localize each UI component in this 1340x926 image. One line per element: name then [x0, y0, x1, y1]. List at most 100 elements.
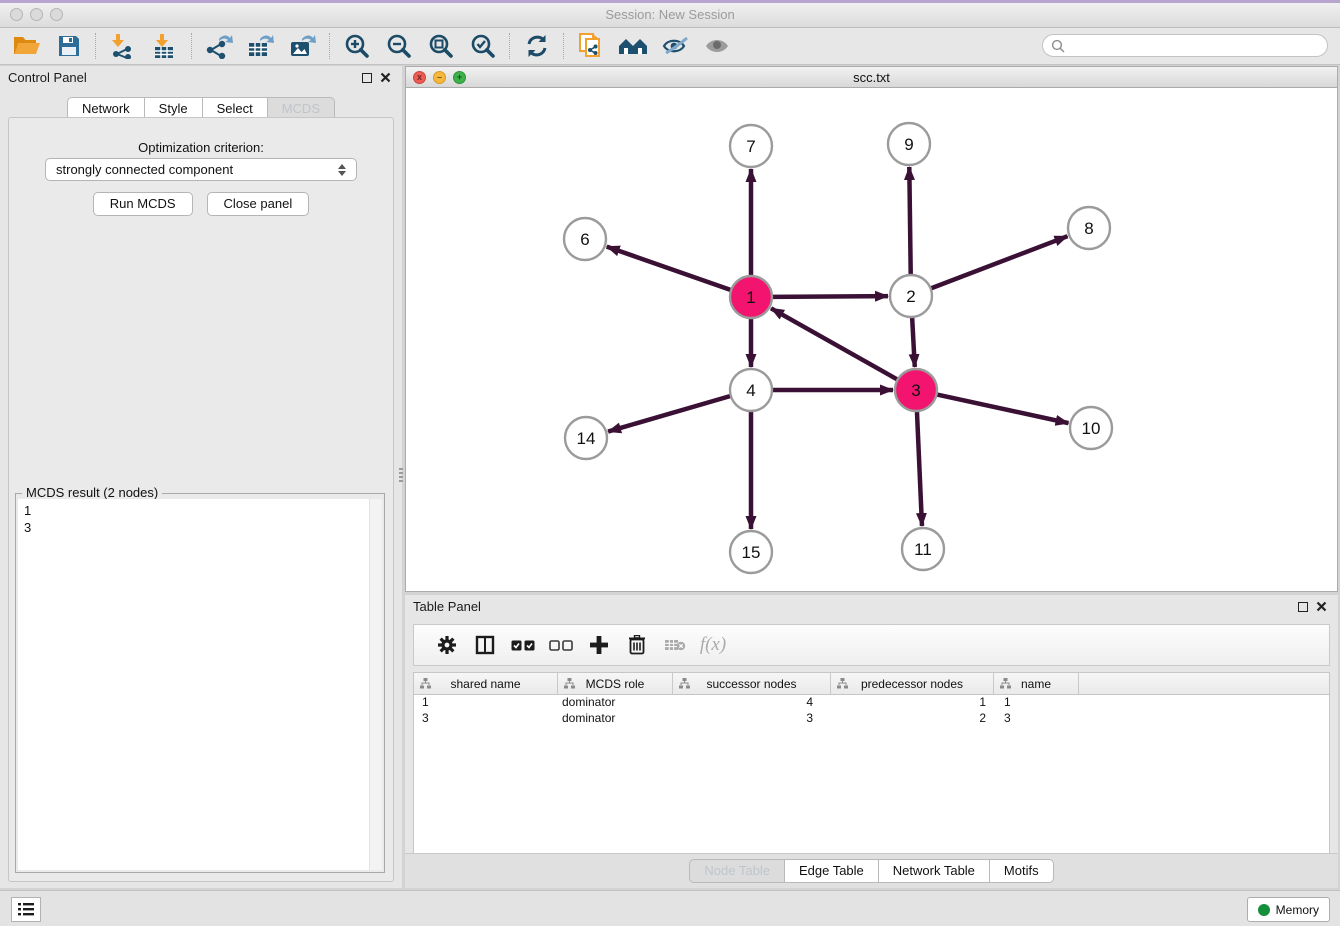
table-cell: 1	[414, 695, 558, 711]
column-header-successor-nodes[interactable]: successor nodes	[673, 673, 831, 694]
mcds-tab-content: Optimization criterion: strongly connect…	[8, 117, 394, 882]
main-toolbar	[0, 28, 1340, 65]
first-neighbors-button[interactable]	[612, 30, 654, 62]
table-tab-motifs[interactable]: Motifs	[990, 859, 1054, 883]
graph-node-label-14: 14	[577, 429, 596, 448]
mcds-result-group: MCDS result (2 nodes) 1 3	[15, 493, 385, 873]
task-history-button[interactable]	[11, 897, 41, 922]
hide-selected-button[interactable]	[654, 30, 696, 62]
zoom-out-button[interactable]	[378, 30, 420, 62]
graph-edge-3-11[interactable]	[917, 411, 922, 526]
copy-network-icon	[578, 32, 604, 60]
graph-edge-1-6[interactable]	[607, 247, 731, 290]
table-row[interactable]: 3dominator323	[414, 711, 1329, 727]
table-options-button[interactable]	[428, 632, 466, 658]
export-table-button[interactable]	[240, 30, 282, 62]
table-cell: dominator	[558, 695, 673, 711]
window-title: Session: New Session	[0, 7, 1340, 22]
graph-edge-2-3[interactable]	[912, 317, 915, 367]
table-cell: 4	[673, 695, 831, 711]
control-panel-title: Control Panel	[8, 70, 87, 85]
create-column-button[interactable]	[580, 632, 618, 658]
list-icon	[18, 903, 34, 916]
graph-node-label-1: 1	[746, 288, 755, 307]
tree-sort-icon	[679, 678, 690, 689]
toolbar-separator	[563, 33, 565, 59]
import-network-button[interactable]	[102, 30, 144, 62]
checked-boxes-icon	[511, 640, 535, 651]
close-panel-button[interactable]	[376, 70, 394, 86]
deselect-all-button[interactable]	[542, 632, 580, 658]
main-titlebar: Session: New Session	[0, 3, 1340, 28]
delete-table-icon	[664, 637, 686, 653]
columns-icon	[475, 635, 495, 655]
float-table-panel-button[interactable]	[1294, 599, 1312, 615]
result-scrollbar[interactable]	[369, 499, 382, 870]
table-cell: 3	[673, 711, 831, 727]
mcds-result-list: 1 3	[18, 499, 382, 870]
graph-node-label-3: 3	[911, 381, 920, 400]
import-table-button[interactable]	[144, 30, 186, 62]
graph-node-label-8: 8	[1084, 219, 1093, 238]
network-titlebar[interactable]: x – + scc.txt	[405, 66, 1338, 88]
export-network-button[interactable]	[198, 30, 240, 62]
column-header-shared-name[interactable]: shared name	[414, 673, 558, 694]
table-cell: 1	[994, 695, 1079, 711]
refresh-view-button[interactable]	[516, 30, 558, 62]
toolbar-separator	[95, 33, 97, 59]
graph-edge-3-1[interactable]	[771, 308, 898, 379]
graph-edge-3-10[interactable]	[937, 394, 1069, 423]
status-bar: Memory	[0, 890, 1340, 926]
zoom-fit-icon	[428, 33, 454, 59]
network-canvas[interactable]: 7968124314101511	[405, 88, 1338, 592]
criterion-dropdown[interactable]: strongly connected component	[45, 158, 357, 181]
graph-node-label-11: 11	[914, 540, 932, 559]
table-tab-edge-table[interactable]: Edge Table	[785, 859, 879, 883]
refresh-icon	[524, 33, 550, 59]
column-header-name[interactable]: name	[994, 673, 1079, 694]
tree-sort-icon	[1000, 678, 1011, 689]
float-panel-button[interactable]	[358, 70, 376, 86]
close-table-panel-button[interactable]	[1312, 599, 1330, 615]
show-all-button[interactable]	[696, 30, 738, 62]
memory-button[interactable]: Memory	[1247, 897, 1330, 922]
graph-node-label-15: 15	[742, 543, 761, 562]
run-mcds-button[interactable]: Run MCDS	[93, 192, 193, 216]
zoom-selected-icon	[470, 33, 496, 59]
search-field[interactable]	[1042, 34, 1328, 57]
column-header-MCDS-role[interactable]: MCDS role	[558, 673, 673, 694]
zoom-fit-button[interactable]	[420, 30, 462, 62]
select-all-button[interactable]	[504, 632, 542, 658]
dropdown-stepper-icon	[338, 164, 346, 176]
search-input[interactable]	[1070, 38, 1319, 54]
table-tab-node-table[interactable]: Node Table	[689, 859, 785, 883]
new-network-from-selection-button[interactable]	[570, 30, 612, 62]
table-tab-network-table[interactable]: Network Table	[879, 859, 990, 883]
save-session-button[interactable]	[48, 30, 90, 62]
import-table-icon	[152, 33, 178, 59]
zoom-selected-button[interactable]	[462, 30, 504, 62]
table-panel-title: Table Panel	[413, 599, 481, 614]
show-columns-button[interactable]	[466, 632, 504, 658]
panel-splitter-grip[interactable]	[399, 468, 403, 482]
export-image-button[interactable]	[282, 30, 324, 62]
memory-status-icon	[1258, 904, 1270, 916]
memory-label: Memory	[1276, 903, 1319, 917]
graph-edge-2-8[interactable]	[931, 236, 1068, 288]
close-panel-button-mcds[interactable]: Close panel	[207, 192, 310, 216]
delete-column-button[interactable]	[618, 632, 656, 658]
graph-edge-2-9[interactable]	[909, 167, 910, 275]
fx-icon: f(x)	[700, 634, 726, 656]
zoom-in-button[interactable]	[336, 30, 378, 62]
open-session-button[interactable]	[6, 30, 48, 62]
graph-node-label-7: 7	[746, 137, 755, 156]
graph-edge-4-14[interactable]	[608, 396, 731, 432]
table-row[interactable]: 1dominator411	[414, 695, 1329, 711]
network-title: scc.txt	[406, 70, 1337, 85]
graph-node-label-6: 6	[580, 230, 589, 249]
column-header-predecessor-nodes[interactable]: predecessor nodes	[831, 673, 994, 694]
zoom-out-icon	[386, 33, 412, 59]
gear-icon	[437, 635, 457, 655]
tree-sort-icon	[420, 678, 431, 689]
graph-edge-1-2[interactable]	[772, 296, 888, 297]
